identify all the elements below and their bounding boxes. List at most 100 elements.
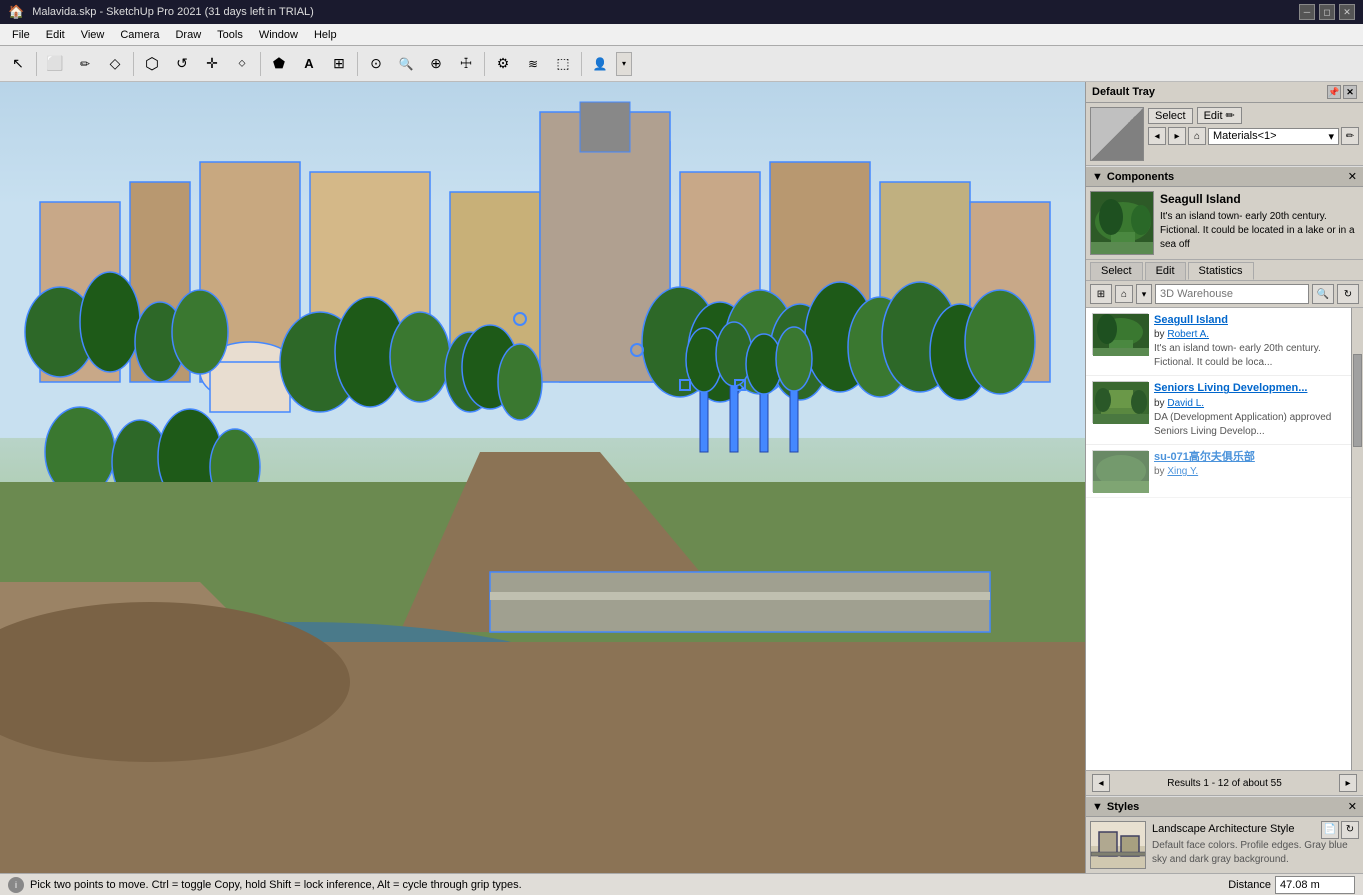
menu-edit[interactable]: Edit — [38, 27, 73, 43]
viewport[interactable] — [0, 82, 1085, 873]
settings-tool[interactable]: ⚙ — [489, 50, 517, 78]
components-close-button[interactable]: ✕ — [1348, 170, 1357, 183]
style-info: Landscape Architecture Style 📄 ↻ Default… — [1152, 821, 1359, 869]
styles-close-button[interactable]: ✕ — [1348, 800, 1357, 813]
materials-btn-row: Select Edit ✏ — [1148, 107, 1359, 124]
result-item-3[interactable]: su-071高尔夫俱乐部 by Xing Y. — [1086, 445, 1363, 498]
tab-select[interactable]: Select — [1090, 262, 1143, 280]
materials-select-button[interactable]: Select — [1148, 108, 1193, 124]
result-author-link-3[interactable]: Xing Y. — [1167, 466, 1198, 477]
offset-tool[interactable]: ⬟ — [265, 50, 293, 78]
scrollbar-thumb[interactable] — [1353, 354, 1362, 446]
dimension-tool[interactable]: ⊞ — [325, 50, 353, 78]
select-tool[interactable]: ↖ — [4, 50, 32, 78]
result-name-1[interactable]: Seagull Island — [1154, 313, 1357, 328]
minimize-button[interactable]: ─ — [1299, 4, 1315, 20]
push-pull-tool[interactable]: ⬡ — [138, 50, 166, 78]
result-name-3[interactable]: su-071高尔夫俱乐部 — [1154, 450, 1357, 465]
toolbar: ↖ ⬜ ✏ ◇ ⬡ ↺ ✛ ⬦ ⬟ A ⊞ ⊙ 🔍 ⊕ ☩ ⚙ ≋ ⬚ 👤 ▾ — [0, 46, 1363, 82]
app-title: Malavida.skp - SketchUp Pro 2021 (31 day… — [32, 6, 314, 18]
restore-button[interactable]: ◻ — [1319, 4, 1335, 20]
menu-draw[interactable]: Draw — [167, 27, 209, 43]
components-section: ▼ Components ✕ — [1086, 166, 1363, 795]
style-update-button[interactable]: ↻ — [1341, 821, 1359, 839]
statusbar: i Pick two points to move. Ctrl = toggle… — [0, 873, 1363, 895]
menu-window[interactable]: Window — [251, 27, 306, 43]
tray-title: Default Tray — [1092, 86, 1155, 98]
person-tool[interactable]: 👤 — [586, 50, 614, 78]
separator-5 — [484, 52, 485, 76]
search-dropdown-button[interactable]: ▾ — [1136, 284, 1152, 304]
separator-6 — [581, 52, 582, 76]
results-scrollbar[interactable] — [1351, 308, 1363, 770]
search-submit-button[interactable]: 🔍 — [1312, 284, 1334, 304]
text-tool[interactable]: A — [295, 50, 323, 78]
scenes-tool[interactable]: ⬚ — [549, 50, 577, 78]
result-desc-1: It's an island town- early 20th century.… — [1154, 342, 1357, 370]
component-thumb-svg — [1091, 192, 1154, 255]
mat-home-button[interactable]: ⌂ — [1188, 127, 1206, 145]
mat-back-button[interactable]: ◂ — [1148, 127, 1166, 145]
results-prev-button[interactable]: ◂ — [1092, 774, 1110, 792]
mat-action-button[interactable]: ✏ — [1341, 127, 1359, 145]
result-author-3: by Xing Y. — [1154, 465, 1357, 479]
result-item-2[interactable]: Seniors Living Developmen... by David L.… — [1086, 376, 1363, 444]
orbit-tool[interactable]: ⊙ — [362, 50, 390, 78]
menu-file[interactable]: File — [4, 27, 38, 43]
rotate-tool[interactable]: ↺ — [168, 50, 196, 78]
move-tool[interactable]: ✛ — [198, 50, 226, 78]
titlebar: 🏠 Malavida.skp - SketchUp Pro 2021 (31 d… — [0, 0, 1363, 24]
shape-tool[interactable]: ◇ — [101, 50, 129, 78]
style-create-button[interactable]: 📄 — [1321, 821, 1339, 839]
result-info-3: su-071高尔夫俱乐部 by Xing Y. — [1154, 450, 1357, 492]
result-author-link-1[interactable]: Robert A. — [1167, 329, 1209, 340]
tab-statistics[interactable]: Statistics — [1188, 262, 1254, 280]
menu-view[interactable]: View — [73, 27, 113, 43]
tray-close-button[interactable]: ✕ — [1343, 85, 1357, 99]
components-section-header[interactable]: ▼ Components ✕ — [1086, 166, 1363, 187]
search-input[interactable] — [1155, 284, 1309, 304]
menu-help[interactable]: Help — [306, 27, 345, 43]
materials-edit-button[interactable]: Edit ✏ — [1197, 107, 1242, 124]
style-description: Default face colors. Profile edges. Gray… — [1152, 839, 1359, 867]
eraser-tool[interactable]: ⬜ — [41, 50, 69, 78]
component-results-list: Seagull Island by Robert A. It's an isla… — [1086, 308, 1363, 770]
materials-dropdown[interactable]: Materials<1> ▾ — [1208, 128, 1339, 145]
zoom-tool[interactable]: 🔍 — [392, 50, 420, 78]
menu-tools[interactable]: Tools — [209, 27, 251, 43]
result-name-2[interactable]: Seniors Living Developmen... — [1154, 381, 1357, 396]
zoom-extents-tool[interactable]: ⊕ — [422, 50, 450, 78]
result-item-1[interactable]: Seagull Island by Robert A. It's an isla… — [1086, 308, 1363, 376]
style-name: Landscape Architecture Style — [1152, 822, 1294, 837]
layers-tool[interactable]: ≋ — [519, 50, 547, 78]
search-refresh-button[interactable]: ↻ — [1337, 284, 1359, 304]
result-author-link-2[interactable]: David L. — [1167, 398, 1204, 409]
pencil-tool[interactable]: ✏ — [71, 50, 99, 78]
styles-section-header[interactable]: ▼ Styles ✕ — [1086, 796, 1363, 817]
view-toggle-button[interactable]: ⊞ — [1090, 284, 1112, 304]
styles-section: ▼ Styles ✕ — [1086, 795, 1363, 873]
selected-component-name: Seagull Island — [1160, 191, 1359, 208]
menubar: File Edit View Camera Draw Tools Window … — [0, 24, 1363, 46]
menu-camera[interactable]: Camera — [112, 27, 167, 43]
mat-forward-button[interactable]: ▸ — [1168, 127, 1186, 145]
search-row: ⊞ ⌂ ▾ 🔍 ↻ — [1086, 281, 1363, 308]
results-next-button[interactable]: ▸ — [1339, 774, 1357, 792]
search-home-button[interactable]: ⌂ — [1115, 285, 1133, 303]
scale-tool[interactable]: ⬦ — [228, 50, 256, 78]
person-dropdown[interactable]: ▾ — [616, 52, 632, 76]
tray-pin-button[interactable]: 📌 — [1327, 85, 1341, 99]
results-navigation: ◂ Results 1 - 12 of about 55 ▸ — [1086, 770, 1363, 795]
close-button[interactable]: ✕ — [1339, 4, 1355, 20]
pan-tool[interactable]: ☩ — [452, 50, 480, 78]
separator-3 — [260, 52, 261, 76]
result-desc-2: DA (Development Application) approved Se… — [1154, 411, 1357, 439]
selected-component-info: Seagull Island It's an island town- earl… — [1160, 191, 1359, 255]
status-info-button[interactable]: i — [8, 877, 24, 893]
styles-title: ▼ Styles — [1092, 801, 1139, 813]
distance-input[interactable] — [1275, 876, 1355, 894]
window-controls: ─ ◻ ✕ — [1299, 4, 1355, 20]
tab-edit[interactable]: Edit — [1145, 262, 1186, 280]
tray-header: Default Tray 📌 ✕ — [1086, 82, 1363, 103]
right-panel: Default Tray 📌 ✕ Select Edit ✏ — [1085, 82, 1363, 873]
